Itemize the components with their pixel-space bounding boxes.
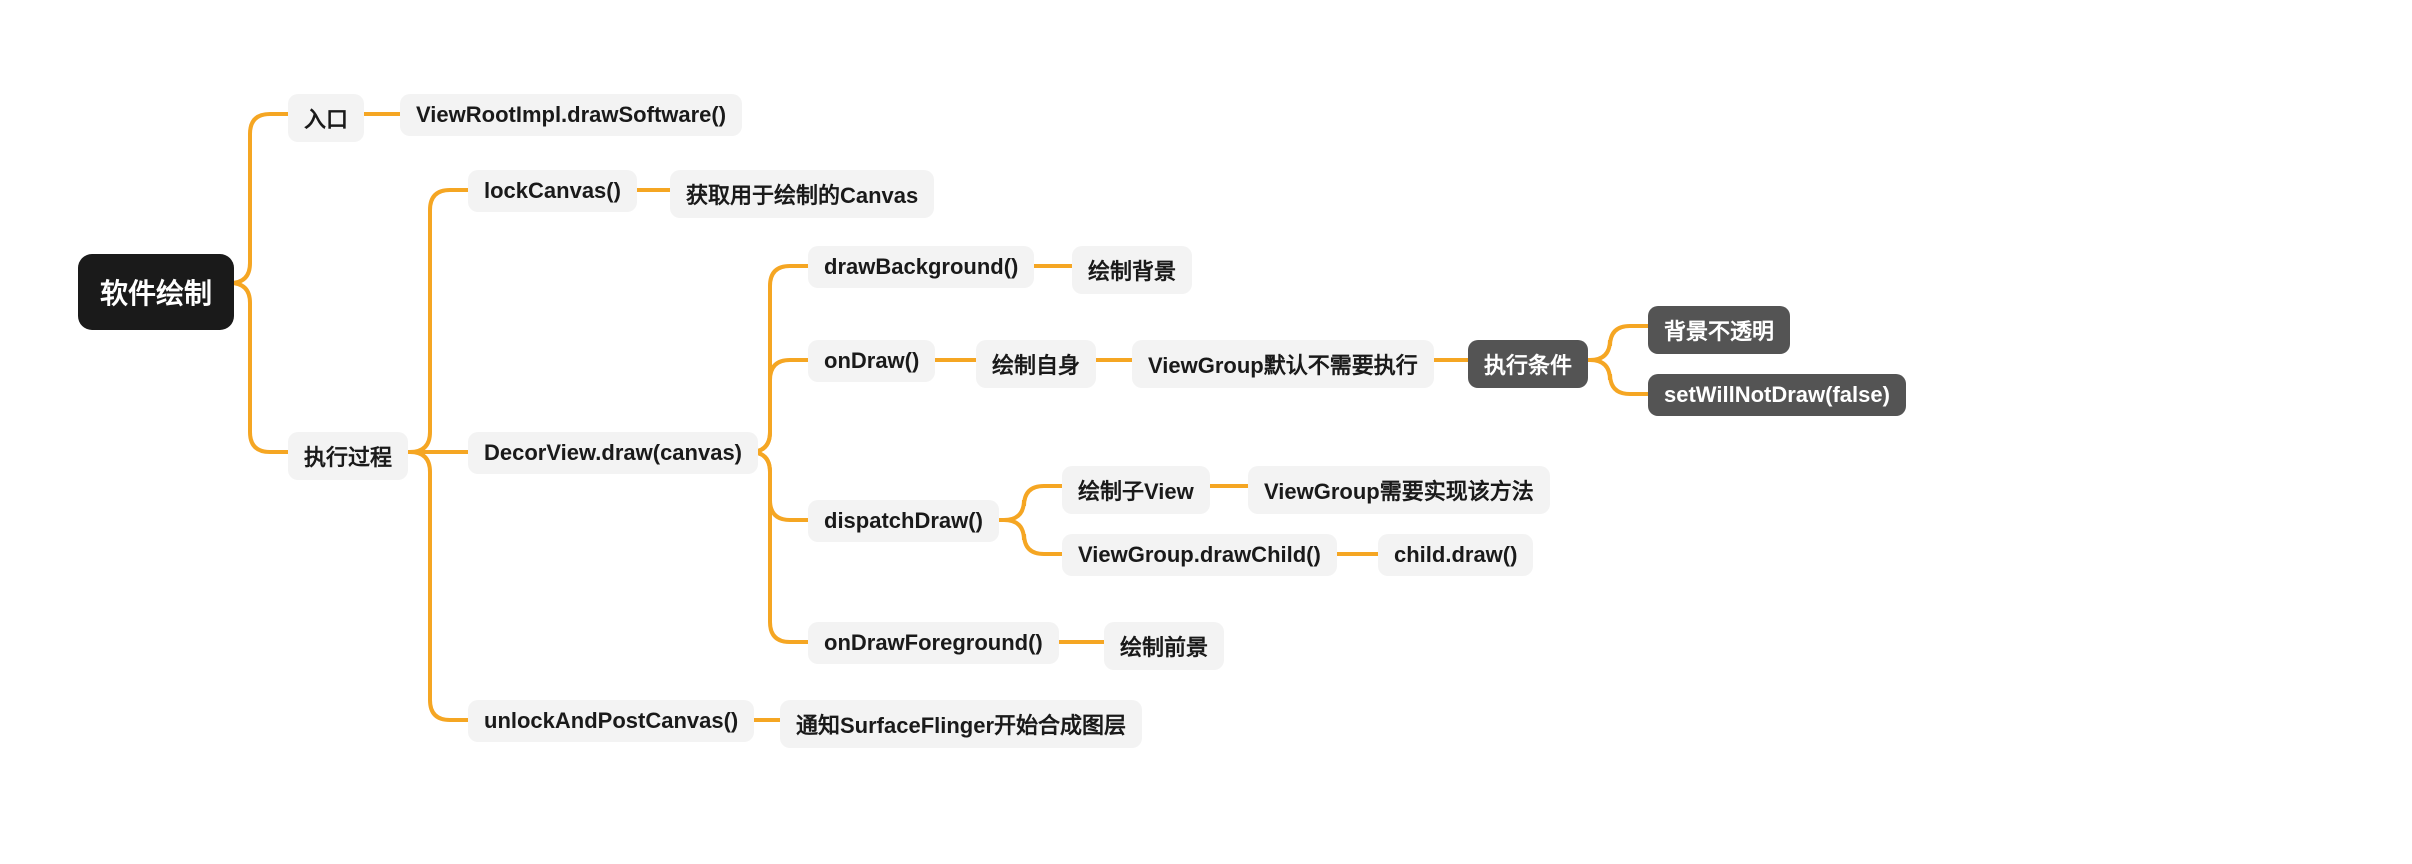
root-node: 软件绘制 [78, 254, 234, 330]
viewgroup-impl-node: ViewGroup需要实现该方法 [1248, 466, 1550, 514]
unlockpost-desc-node: 通知SurfaceFlinger开始合成图层 [780, 700, 1142, 748]
viewgroup-drawchild-node: ViewGroup.drawChild() [1062, 534, 1337, 576]
entry-node: 入口 [288, 94, 364, 142]
lockcanvas-desc-node: 获取用于绘制的Canvas [670, 170, 934, 218]
bg-opaque-node: 背景不透明 [1648, 306, 1790, 354]
drawbackground-node: drawBackground() [808, 246, 1034, 288]
child-draw-node: child.draw() [1378, 534, 1533, 576]
drawbackground-desc-node: 绘制背景 [1072, 246, 1192, 294]
viewrootimpl-node: ViewRootImpl.drawSoftware() [400, 94, 742, 136]
dispatchdraw-node: dispatchDraw() [808, 500, 999, 542]
unlockpost-node: unlockAndPostCanvas() [468, 700, 754, 742]
ondraw-desc-node: 绘制自身 [976, 340, 1096, 388]
ondrawforeground-desc-node: 绘制前景 [1104, 622, 1224, 670]
process-node: 执行过程 [288, 432, 408, 480]
ondraw-node: onDraw() [808, 340, 935, 382]
ondrawforeground-node: onDrawForeground() [808, 622, 1059, 664]
lockcanvas-node: lockCanvas() [468, 170, 637, 212]
setwillnotdraw-node: setWillNotDraw(false) [1648, 374, 1906, 416]
decorview-draw-node: DecorView.draw(canvas) [468, 432, 758, 474]
viewgroup-skip-node: ViewGroup默认不需要执行 [1132, 340, 1434, 388]
draw-child-view-node: 绘制子View [1062, 466, 1210, 514]
exec-condition-node: 执行条件 [1468, 340, 1588, 388]
